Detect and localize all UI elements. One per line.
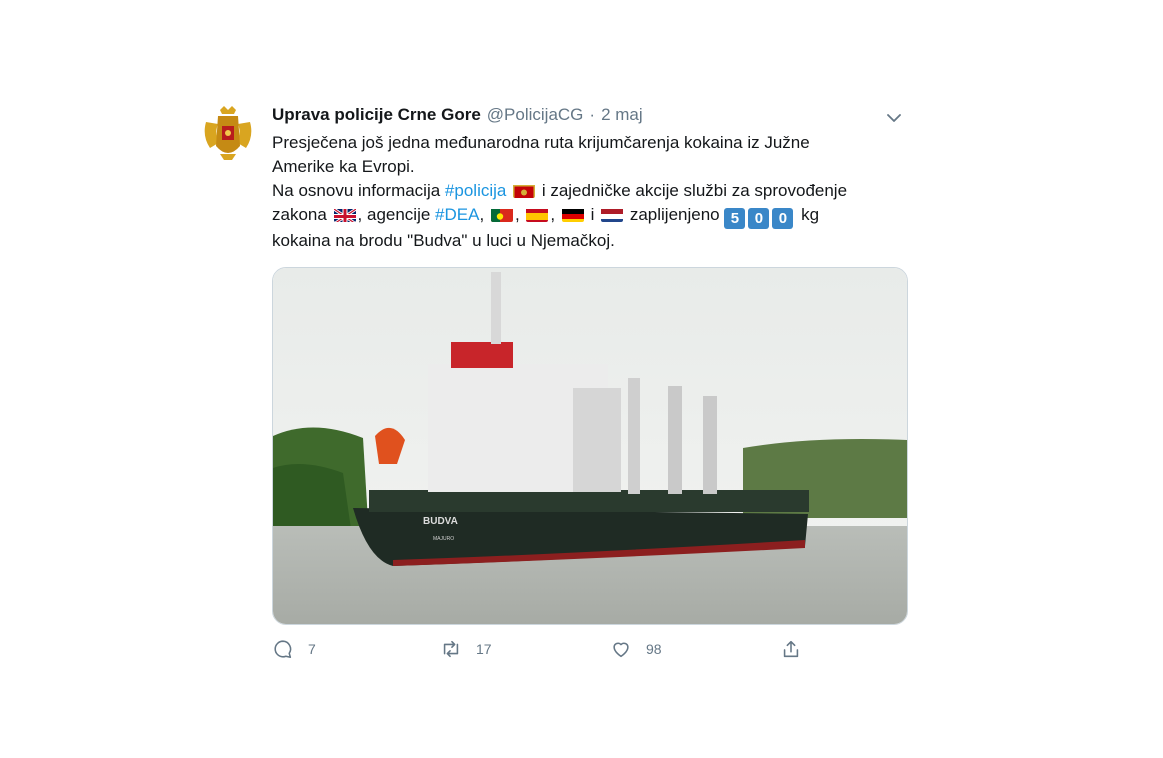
- flag-germany-icon: [561, 207, 584, 222]
- author-name[interactable]: Uprava policije Crne Gore: [272, 105, 481, 125]
- retweet-count: 17: [476, 641, 492, 657]
- reply-icon: [274, 640, 292, 659]
- avatar[interactable]: [196, 102, 260, 166]
- reply-count: 7: [308, 641, 316, 657]
- ship-name-label: BUDVA: [423, 516, 458, 527]
- crest-icon: [196, 102, 260, 166]
- reply-button[interactable]: 7: [272, 638, 316, 660]
- keycap-digit: 0: [748, 208, 770, 229]
- share-icon: [783, 640, 799, 658]
- author-handle[interactable]: @PolicijaCG: [487, 105, 584, 125]
- like-icon: [613, 642, 629, 658]
- flag-portugal-icon: [490, 207, 513, 222]
- ship-photo: BUDVA MAJURO: [273, 268, 907, 624]
- separator-dot: ·: [589, 105, 596, 124]
- tweet-line: Presječena još jedna međunarodna ruta kr…: [272, 133, 810, 152]
- tweet-line: zakona , agencije #DEA, , , i zaplijenje…: [272, 203, 908, 229]
- text-fragment: i zajedničke akcije službi za sprovođenj…: [537, 181, 848, 200]
- flag-montenegro-icon: [513, 183, 536, 198]
- text-fragment: ,: [514, 205, 520, 224]
- keycap-digit: 0: [772, 208, 794, 229]
- tweet-date[interactable]: 2 maj: [601, 105, 643, 125]
- flag-netherlands-icon: [601, 207, 624, 222]
- share-button[interactable]: [780, 638, 802, 660]
- more-options-button[interactable]: [884, 108, 904, 128]
- text-fragment: zaplijenjeno: [625, 205, 725, 224]
- hashtag-dea[interactable]: #DEA: [435, 205, 479, 224]
- retweet-button[interactable]: 17: [440, 638, 492, 660]
- text-fragment: kg: [796, 205, 820, 224]
- flag-uk-icon: [333, 207, 356, 222]
- tweet-line: kokaina na brodu "Budva" u luci u Njemač…: [272, 231, 615, 250]
- tweet-image[interactable]: BUDVA MAJURO: [272, 267, 908, 625]
- like-button[interactable]: 98: [610, 638, 662, 660]
- keycap-digit: 5: [724, 208, 746, 229]
- flag-spain-icon: [526, 207, 549, 222]
- text-fragment: Na osnovu informacija: [272, 181, 445, 200]
- hashtag-policija[interactable]: #policija: [445, 181, 506, 200]
- text-fragment: ,: [479, 205, 485, 224]
- like-count: 98: [646, 641, 662, 657]
- tweet-line: Amerike ka Evropi.: [272, 157, 415, 176]
- text-fragment: , agencije: [357, 205, 436, 224]
- text-fragment: i: [585, 205, 600, 224]
- text-fragment: ,: [550, 205, 556, 224]
- tweet-line: Na osnovu informacija #policija i zajedn…: [272, 179, 908, 203]
- text-fragment: zakona: [272, 205, 332, 224]
- tweet-actions: 7 17 98: [272, 638, 812, 662]
- retweet-icon: [443, 640, 459, 658]
- chevron-down-icon: [887, 114, 901, 122]
- ship-port-label: MAJURO: [433, 536, 454, 542]
- tweet-text: Presječena još jedna međunarodna ruta kr…: [272, 131, 908, 253]
